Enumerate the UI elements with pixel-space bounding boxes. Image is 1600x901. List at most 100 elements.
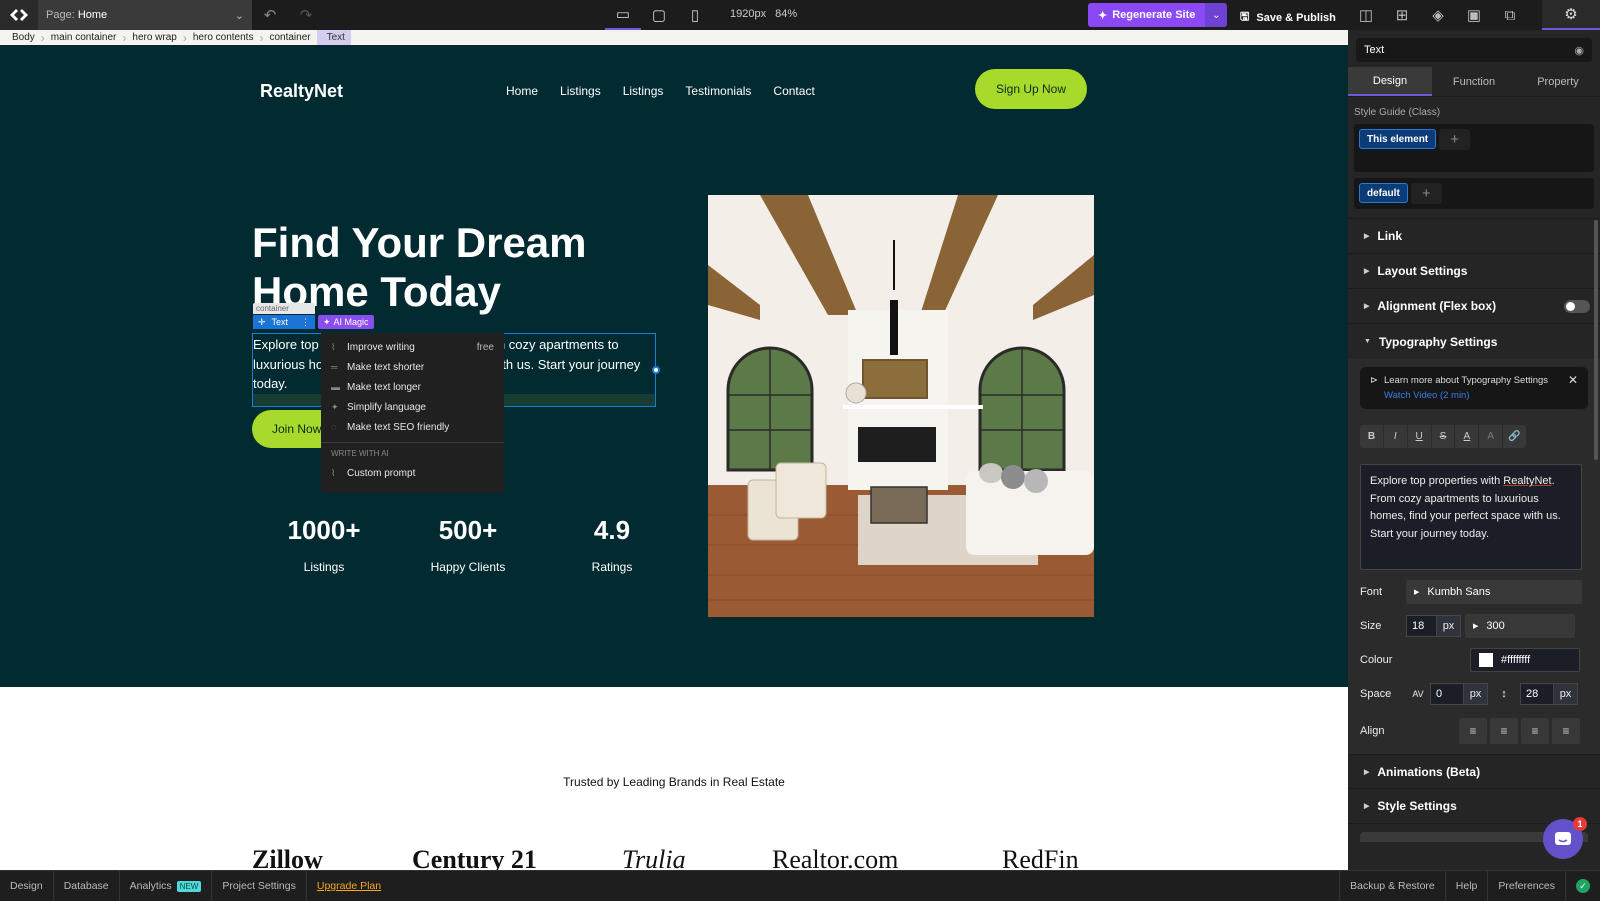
footer-design[interactable]: Design — [0, 871, 54, 901]
viewport-width: 1920px — [730, 8, 767, 20]
flexbox-toggle[interactable] — [1564, 299, 1590, 313]
save-publish-button[interactable]: 🖫 Save & Publish — [1240, 8, 1336, 27]
font-size-input[interactable]: 18 — [1406, 615, 1437, 637]
desktop-view-button[interactable]: ▭ — [605, 0, 641, 30]
line-height-input[interactable]: 28 — [1520, 683, 1554, 705]
hero-title[interactable]: Find Your Dream Home Today — [252, 218, 672, 316]
zoom-level[interactable]: 84% — [775, 8, 797, 20]
settings-button[interactable]: ⚙ — [1542, 0, 1600, 30]
footer-project-settings[interactable]: Project Settings — [212, 871, 307, 901]
align-right-button[interactable]: ≡ — [1521, 718, 1549, 744]
page-selector[interactable]: Page: Home ⌄ — [38, 0, 252, 30]
crumb-main-container[interactable]: main container — [41, 30, 126, 45]
resize-handle[interactable] — [652, 366, 660, 374]
undo-button[interactable]: ↶ — [252, 0, 288, 30]
tab-design[interactable]: Design — [1348, 67, 1432, 96]
nav-testimonials[interactable]: Testimonials — [685, 84, 751, 98]
colour-input[interactable]: #ffffffff — [1470, 648, 1580, 672]
ai-improve-writing[interactable]: ⌇ Improve writing free — [321, 337, 504, 357]
footer-analytics[interactable]: Analytics NEW — [120, 871, 213, 901]
line-height-unit[interactable]: px — [1554, 683, 1578, 705]
more-options-icon[interactable]: ⋮ — [301, 317, 310, 328]
mobile-view-button[interactable]: ▯ — [677, 0, 713, 30]
underline-button[interactable]: U — [1408, 425, 1432, 448]
trusted-heading[interactable]: Trusted by Leading Brands in Real Estate — [0, 775, 1348, 789]
logo-zillow: Zillow — [252, 845, 323, 870]
regenerate-dropdown-button[interactable]: ⌄ — [1205, 3, 1228, 27]
layout-panel-button[interactable]: ◫ — [1348, 0, 1384, 30]
bold-button[interactable]: B — [1360, 425, 1384, 448]
element-tag[interactable]: ✛ Text ⋮ — [253, 315, 315, 329]
footer-help[interactable]: Help — [1444, 871, 1488, 901]
nav-contact[interactable]: Contact — [773, 84, 814, 98]
caret-right-icon: ▶ — [1364, 303, 1370, 310]
ai-custom-prompt[interactable]: ⌇ Custom prompt — [321, 463, 504, 483]
section-animations[interactable]: ▶ Animations (Beta) — [1348, 754, 1600, 789]
ai-seo-friendly[interactable]: ◌ Make text SEO friendly — [321, 417, 504, 437]
link-button[interactable]: 🔗 — [1503, 425, 1526, 448]
tablet-view-button[interactable]: ▢ — [641, 0, 677, 30]
sign-up-button[interactable]: Sign Up Now — [975, 69, 1087, 109]
section-link[interactable]: ▶ Link — [1348, 219, 1600, 254]
section-layout[interactable]: ▶ Layout Settings — [1348, 254, 1600, 289]
redo-button[interactable]: ↷ — [288, 0, 324, 30]
panel-scrollbar[interactable] — [1594, 220, 1598, 460]
footer-database[interactable]: Database — [54, 871, 120, 901]
design-canvas[interactable]: RealtyNet Home Listings Listings Testimo… — [0, 45, 1348, 870]
letter-spacing-unit[interactable]: px — [1464, 683, 1488, 705]
parent-container-label[interactable]: container — [253, 303, 315, 314]
crumb-text[interactable]: Text — [316, 30, 351, 45]
close-icon[interactable]: ✕ — [1568, 373, 1578, 387]
properties-panel: Text ◉ Design Function Property Style Gu… — [1348, 30, 1600, 870]
align-left-button[interactable]: ≡ — [1459, 718, 1487, 744]
upgrade-plan-link[interactable]: Upgrade Plan — [307, 871, 391, 901]
regenerate-site-button[interactable]: ✦ Regenerate Site — [1088, 3, 1206, 27]
strikethrough-button[interactable]: S — [1432, 425, 1456, 448]
add-element-button[interactable]: ⊞ — [1384, 0, 1420, 30]
ai-make-longer[interactable]: ▬ Make text longer — [321, 377, 504, 397]
text-color-button[interactable]: A — [1455, 425, 1480, 448]
hero-image[interactable] — [708, 195, 1094, 617]
pages-button[interactable]: ⧉ — [1492, 0, 1528, 30]
section-typography[interactable]: ▼ Typography Settings — [1348, 324, 1600, 359]
align-justify-button[interactable]: ≡ — [1552, 718, 1580, 744]
site-brand[interactable]: RealtyNet — [260, 81, 343, 102]
nav-listings-2[interactable]: Listings — [623, 84, 664, 98]
text-content-editor[interactable]: Explore top properties with RealtyNet. F… — [1360, 464, 1582, 570]
footer-preferences[interactable]: Preferences — [1487, 871, 1565, 901]
element-name-field[interactable]: Text ◉ — [1356, 38, 1592, 62]
watch-video-link[interactable]: Watch Video (2 min) — [1384, 390, 1548, 401]
font-weight-select[interactable]: ▶ 300 — [1465, 614, 1575, 638]
letter-spacing-input[interactable]: 0 — [1430, 683, 1464, 705]
section-alignment[interactable]: ▶ Alignment (Flex box) — [1348, 289, 1600, 324]
crumb-container[interactable]: container — [259, 30, 320, 45]
size-unit[interactable]: px — [1437, 615, 1461, 637]
add-class-button[interactable]: + — [1439, 129, 1471, 150]
ai-simplify[interactable]: ✦ Simplify language — [321, 397, 504, 417]
ai-make-shorter[interactable]: ═ Make text shorter — [321, 357, 504, 377]
colour-swatch[interactable] — [1479, 653, 1493, 667]
class-chip[interactable]: This element — [1359, 129, 1437, 149]
tab-function[interactable]: Function — [1432, 67, 1516, 96]
tab-property[interactable]: Property — [1516, 67, 1600, 96]
state-chip[interactable]: default — [1359, 183, 1408, 203]
nav-listings[interactable]: Listings — [560, 84, 601, 98]
eye-icon[interactable]: ◉ — [1574, 44, 1584, 57]
move-icon[interactable]: ✛ — [258, 317, 266, 328]
add-state-button[interactable]: + — [1410, 183, 1442, 204]
align-center-button[interactable]: ≡ — [1490, 718, 1518, 744]
ai-magic-button[interactable]: ✦ AI Magic — [318, 315, 374, 329]
crumb-body[interactable]: Body — [0, 30, 45, 45]
hero-section[interactable]: RealtyNet Home Listings Listings Testimo… — [0, 45, 1348, 687]
layers-button[interactable]: ◈ — [1420, 0, 1456, 30]
font-select[interactable]: ▶ Kumbh Sans — [1406, 580, 1582, 604]
highlight-button[interactable]: A — [1479, 425, 1504, 448]
media-button[interactable]: ▣ — [1456, 0, 1492, 30]
crumb-hero-wrap[interactable]: hero wrap — [122, 30, 187, 45]
app-logo-button[interactable] — [0, 0, 38, 30]
italic-button[interactable]: I — [1384, 425, 1408, 448]
chat-support-button[interactable]: 1 — [1543, 817, 1587, 859]
nav-home[interactable]: Home — [506, 84, 538, 98]
footer-backup-restore[interactable]: Backup & Restore — [1339, 871, 1445, 901]
crumb-hero-contents[interactable]: hero contents — [183, 30, 263, 45]
